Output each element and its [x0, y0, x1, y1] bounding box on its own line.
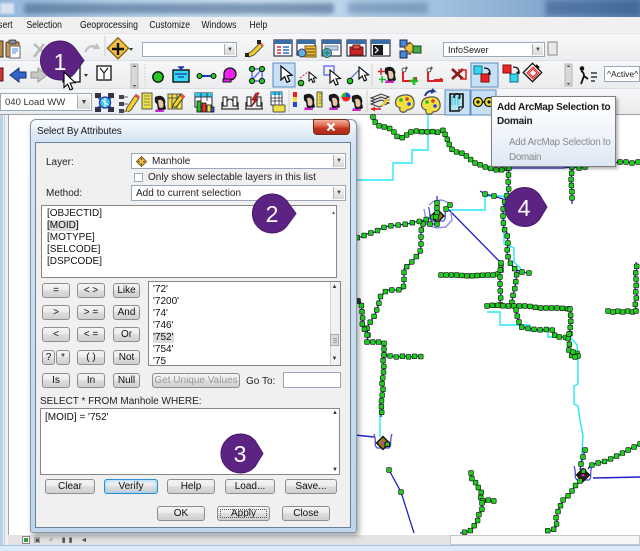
svg-text:2: 2: [266, 201, 279, 227]
svg-text:3: 3: [234, 441, 247, 467]
svg-text:4: 4: [518, 195, 531, 221]
svg-text:1: 1: [54, 49, 67, 75]
